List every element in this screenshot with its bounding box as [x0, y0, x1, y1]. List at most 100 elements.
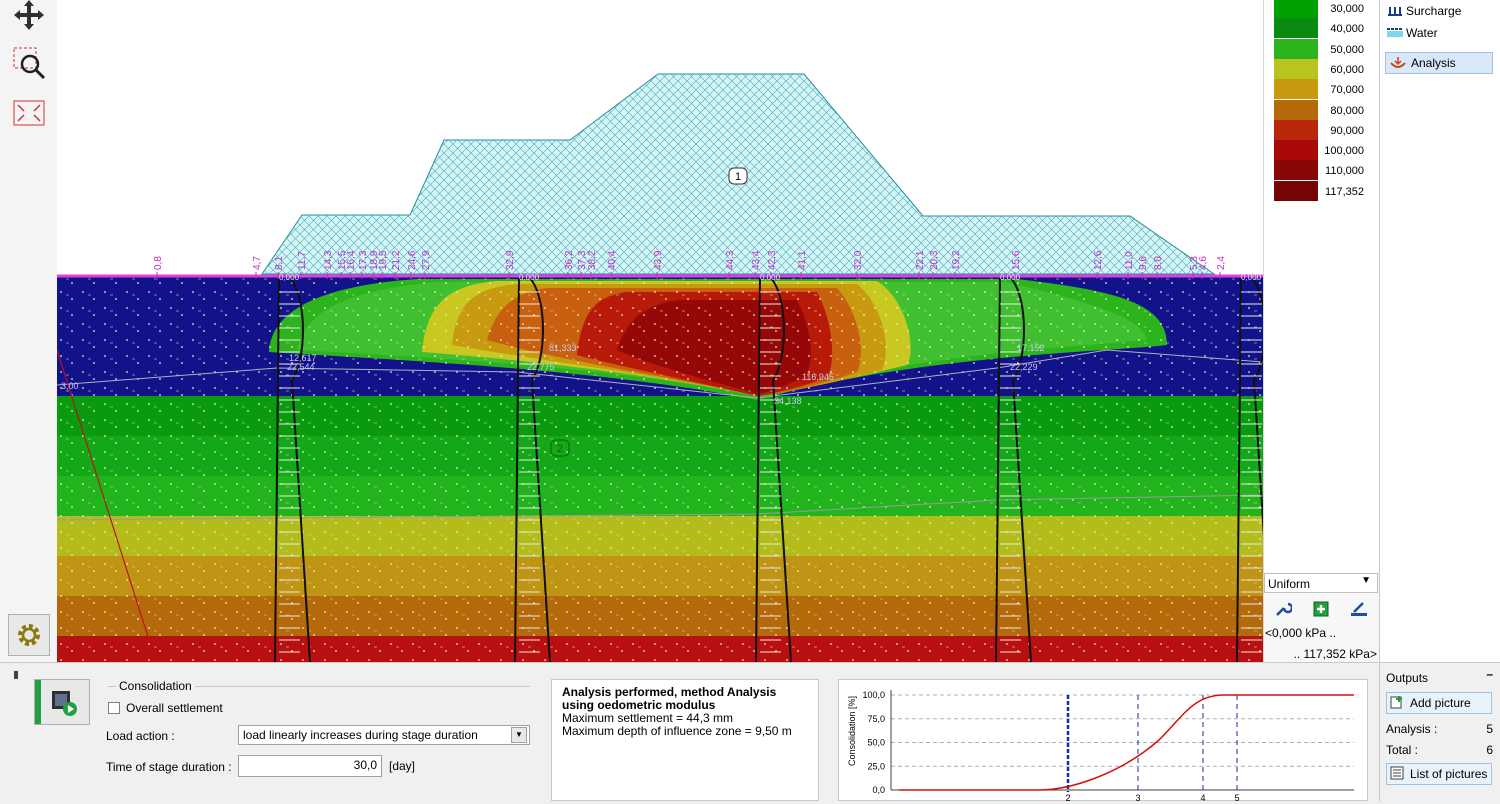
surface-settlement-label: 44,3: [725, 250, 736, 270]
legend-row: 80,000: [1274, 99, 1374, 120]
graph-ylabel: Consolidation [%]: [847, 696, 857, 766]
time-input[interactable]: 30,0: [238, 755, 382, 777]
colorbar-max: .. 117,352 kPa>: [1293, 647, 1377, 661]
colorbar-settings: Uniform ▼ <0,000 kPa .. .. 117,352 kPa>: [1263, 572, 1379, 662]
load-action-value: load linearly increases during stage dur…: [243, 728, 478, 742]
borehole-value: 3,00: [61, 381, 79, 391]
colorbar-mode-value: Uniform: [1268, 577, 1311, 591]
surface-settlement-label: 15,6: [1011, 250, 1022, 270]
zoom-extent-icon[interactable]: [10, 94, 48, 132]
surface-settlement-label: 0,8: [153, 256, 164, 270]
chevron-down-icon: ▼: [511, 727, 527, 743]
legend-swatch: [1274, 160, 1318, 181]
stress-diagram: 0,8 4,7 8,1 11,7 14,3 15,516,4 17,3 18,919,5 21,…: [56, 73, 1273, 663]
legend-swatch: [1274, 38, 1318, 59]
overall-settlement-checkbox[interactable]: [108, 702, 120, 714]
legend-row: 70,000: [1274, 79, 1374, 100]
consolidation-graph-box: Consolidation [%] 100,0 75,0 50,0 25,0 0,0 2 3 4…: [838, 679, 1368, 803]
borehole-value: 22,775: [527, 362, 555, 372]
borehole-top-value: 0,000: [760, 273, 781, 282]
surface-settlement-label: 24,6: [407, 250, 418, 270]
time-unit: [day]: [389, 759, 416, 773]
borehole-top-value: 0,000: [519, 273, 540, 282]
add-color-icon[interactable]: [1312, 600, 1330, 618]
legend-swatch: [1274, 0, 1318, 18]
surface-settlement-label: 12,6: [1093, 250, 1104, 270]
surface-settlement-label: 43,4: [751, 250, 762, 270]
add-picture-button[interactable]: Add picture: [1386, 692, 1492, 714]
legend-value: 60,000: [1330, 63, 1364, 76]
graph-ytick: 75,0: [867, 714, 885, 724]
surface-settlement-label: 41,1: [797, 250, 808, 270]
add-picture-label: Add picture: [1410, 696, 1471, 710]
water-icon: [1386, 25, 1406, 42]
legend-row: 40,000: [1274, 18, 1374, 39]
chevron-down-icon: ▼: [1361, 575, 1371, 586]
legend-swatch: [1274, 79, 1318, 100]
analysis-count: 5: [1486, 722, 1493, 736]
borehole-value: 17,152: [1017, 343, 1045, 353]
analysis-icon: [1386, 55, 1411, 72]
legend-swatch: [1274, 119, 1318, 140]
soil-tag: 2: [557, 443, 563, 455]
stress-legend: 30,000 40,000 50,000 60,000 70,000 80,000 90,0…: [1263, 0, 1379, 572]
load-action-label: Load action :: [106, 729, 175, 743]
legend-value: 117,352: [1325, 185, 1364, 198]
add-picture-icon: [1387, 695, 1410, 712]
legend-swatch: [1274, 99, 1318, 120]
run-analysis-button[interactable]: [34, 679, 90, 725]
surface-settlement-label: 19,5: [378, 250, 389, 270]
surface-settlement-label: 32,9: [505, 250, 516, 270]
run-icon: [52, 691, 77, 716]
surface-settlement-label: 43,9: [653, 250, 664, 270]
surface-settlement-label: 42,3: [767, 250, 778, 270]
water-item[interactable]: Water: [1386, 22, 1492, 44]
settings-gear-icon[interactable]: [8, 614, 50, 656]
surcharge-item[interactable]: Surcharge: [1386, 0, 1492, 22]
edit-color-icon[interactable]: [1350, 600, 1368, 618]
surface-settlement-label: 14,3: [323, 250, 334, 270]
colorbar-mode-select[interactable]: Uniform ▼: [1264, 573, 1378, 593]
results-box: Analysis performed, method Analysis usin…: [551, 679, 819, 801]
drawing-canvas[interactable]: 0,8 4,7 8,1 11,7 14,3 15,5 16,4 17,3 18,9 19,5 21,…: [56, 0, 1273, 663]
borehole-top-value: 0,000: [279, 273, 300, 282]
consolidation-graph: Consolidation [%]100,075,050,025,00,02 3 4…: [847, 690, 1354, 803]
legend-swatch: [1274, 18, 1318, 39]
surface-settlement-label: 17,3: [358, 250, 369, 270]
panel-grip[interactable]: [14, 671, 18, 679]
borehole-value: 81,333: [549, 343, 577, 353]
surface-settlement-label: 20,3: [929, 250, 940, 270]
left-toolbar: [0, 0, 58, 662]
surface-settlement-label: 32,0: [853, 250, 864, 270]
embankment-tag: 1: [735, 171, 741, 183]
stage-items-panel: Surcharge Water Analysis: [1379, 0, 1500, 662]
results-max-depth: Maximum depth of influence zone = 9,50 m: [562, 724, 792, 738]
surface-settlement-label: 36,2: [564, 250, 575, 270]
load-action-select[interactable]: load linearly increases during stage dur…: [238, 725, 530, 745]
borehole-value: 22,229: [1010, 362, 1038, 372]
zoom-window-icon[interactable]: [10, 44, 48, 82]
surface-settlement-label: 9,6: [1138, 256, 1149, 270]
borehole-value: 34,138: [774, 396, 802, 406]
wrench-icon[interactable]: [1274, 600, 1294, 618]
surface-settlement-label: 40,4: [607, 250, 618, 270]
legend-row: 100,000: [1274, 140, 1374, 161]
borehole-value: 22,544: [287, 362, 315, 372]
total-count-label: Total :: [1386, 743, 1419, 757]
total-count: 6: [1486, 743, 1493, 757]
surface-settlement-label: 16,4: [346, 250, 357, 270]
borehole-top-value: 0,000: [1000, 273, 1021, 282]
analysis-count-label: Analysis :: [1386, 722, 1438, 736]
surface-settlement-label: 11,7: [297, 251, 308, 270]
move-icon[interactable]: [10, 0, 48, 34]
analysis-item[interactable]: Analysis: [1385, 52, 1493, 74]
legend-row: 50,000: [1274, 38, 1374, 59]
legend-value: 110,000: [1325, 165, 1364, 178]
list-of-pictures-button[interactable]: List of pictures: [1386, 763, 1492, 785]
legend-value: 40,000: [1330, 23, 1364, 36]
graph-ytick: 25,0: [867, 761, 885, 771]
collapse-icon[interactable]: –: [1486, 667, 1493, 681]
outputs-title: Outputs: [1386, 671, 1429, 685]
surface-settlement-label: 8,0: [1153, 256, 1164, 270]
surface-settlement-label: 4,7: [252, 256, 263, 270]
